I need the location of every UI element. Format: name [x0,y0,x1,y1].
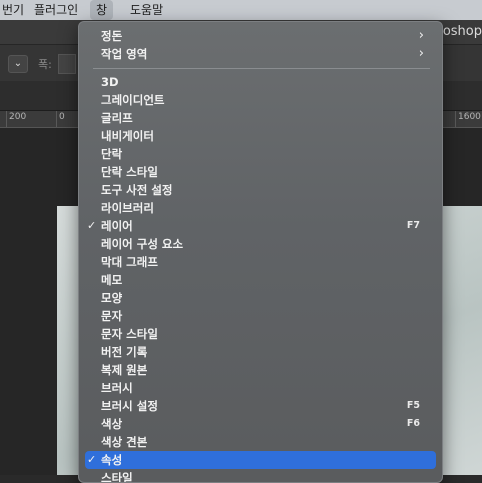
menu-item-label: 색상 [101,417,123,431]
menubar-item-plugins[interactable]: 플러그인 [28,0,84,20]
menu-item-label: 레이어 구성 요소 [101,237,184,251]
width-field[interactable] [58,54,76,74]
width-label: 폭: [38,58,52,71]
menu-item[interactable]: 모양 [85,289,436,307]
menu-item-label: 문자 스타일 [101,327,158,341]
chevron-right-icon: › [418,46,424,61]
chevron-right-icon: › [418,28,424,43]
menu-item[interactable]: 버전 기록 [85,343,436,361]
menu-item[interactable]: 문자 스타일 [85,325,436,343]
menu-item[interactable]: 레이어 구성 요소 [85,235,436,253]
menu-item-label: 버전 기록 [101,345,148,359]
menu-item-label: 작업 영역 [101,47,148,61]
menu-item-label: 내비게이터 [101,129,154,143]
menu-item[interactable]: 색상 견본 [85,433,436,451]
menu-item-shortcut: F5 [406,400,420,411]
menu-item[interactable]: 그레이디언트 [85,91,436,109]
menu-item-label: 그레이디언트 [101,93,165,107]
menu-item-label: 문자 [101,309,123,323]
menu-item-shortcut: F6 [406,418,420,429]
menu-item-workspace[interactable]: 작업 영역 › [85,45,436,63]
window-menu: 정돈 › 작업 영역 › 3D 그레이디언트글리프내비게이터단락단락 스타일도구 … [78,21,443,483]
menu-item-label: 복제 원본 [101,363,148,377]
menu-item[interactable]: ✓ 속성 [85,451,436,469]
menu-item[interactable]: 라이브러리 [85,199,436,217]
mac-menubar: 번기 플러그인 창 도움말 [0,0,482,20]
menu-item[interactable]: 색상 F6 [85,415,436,433]
menu-item-label: 속성 [101,453,123,467]
menu-item-label: 정돈 [101,29,123,43]
ruler-tick [56,111,57,127]
ruler-label: 1600 [458,112,481,122]
menu-item[interactable]: 글리프 [85,109,436,127]
menu-item-label: 단락 [101,147,123,161]
menu-item[interactable]: 문자 [85,307,436,325]
menubar-item-help[interactable]: 도움말 [124,0,169,20]
menu-item[interactable]: 단락 [85,145,436,163]
menu-item-label: 색상 견본 [101,435,148,449]
menu-item-label: 스타일 [101,471,133,483]
menu-item[interactable]: 막대 그래프 [85,253,436,271]
menu-item-label: 도구 사전 설정 [101,183,173,197]
menu-item-label: 단락 스타일 [101,165,158,179]
ruler-label: 0 [59,112,65,122]
menu-item-label: 라이브러리 [101,201,154,215]
ruler-label: 200 [9,112,27,122]
menu-item[interactable]: 스타일 [85,469,436,483]
menu-item-label: 브러시 설정 [101,399,158,413]
menu-item-label: 메모 [101,273,123,287]
checkmark-icon: ✓ [87,219,97,232]
menu-item[interactable]: 브러시 [85,379,436,397]
menu-item-label: 레이어 [101,219,133,233]
menu-item-label: 3D [101,75,119,89]
menu-item[interactable]: 3D [85,73,436,91]
menu-item-label: 모양 [101,291,123,305]
menu-item[interactable]: 단락 스타일 [85,163,436,181]
menu-item[interactable]: 복제 원본 [85,361,436,379]
menu-item[interactable]: 메모 [85,271,436,289]
ruler-tick [455,111,456,127]
menu-item[interactable]: 도구 사전 설정 [85,181,436,199]
menu-item-label: 막대 그래프 [101,255,158,269]
menu-item-shortcut: F7 [406,220,420,231]
menu-item-arrange[interactable]: 정돈 › [85,27,436,45]
menu-item-label: 글리프 [101,111,133,125]
menubar-item-window[interactable]: 창 [90,0,114,20]
menu-item-label: 브러시 [101,381,133,395]
checkmark-icon: ✓ [87,453,97,466]
menu-item[interactable]: 브러시 설정 F5 [85,397,436,415]
menu-separator [93,68,430,69]
menubar-item-edit[interactable]: 번기 [0,0,30,20]
menu-item[interactable]: ✓ 레이어 F7 [85,217,436,235]
menu-item[interactable]: 내비게이터 [85,127,436,145]
ruler-tick [6,111,7,127]
chevron-down-icon[interactable]: ⌄ [8,55,28,73]
